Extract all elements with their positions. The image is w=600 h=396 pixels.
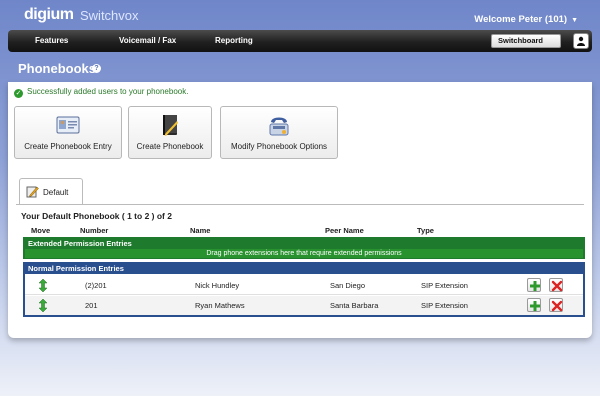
phone-options-icon [269, 117, 289, 136]
nav-reporting[interactable]: Reporting [215, 36, 253, 45]
plus-icon [530, 281, 540, 291]
chevron-down-icon: ▼ [571, 17, 578, 24]
modify-phonebook-options-label: Modify Phonebook Options [230, 142, 328, 151]
main-nav: Features Voicemail / Fax Reporting Switc… [8, 30, 592, 52]
entry-name: Nick Hundley [195, 281, 240, 290]
user-icon [577, 36, 585, 46]
add-entry-button[interactable] [527, 278, 541, 292]
close-icon [551, 280, 563, 292]
entry-number: (2)201 [85, 281, 107, 290]
table-row: (2)201 Nick Hundley San Diego SIP Extens… [25, 276, 583, 295]
create-phonebook-entry-button[interactable]: Create Phonebook Entry [14, 106, 122, 159]
help-icon[interactable]: ? [92, 64, 101, 73]
check-icon: ✓ [14, 89, 23, 98]
modify-phonebook-options-button[interactable]: Modify Phonebook Options [220, 106, 338, 159]
tab-default-label: Default [43, 188, 69, 197]
column-header-type: Type [417, 226, 434, 235]
column-header-peer-name: Peer Name [325, 226, 364, 235]
success-message: ✓ Successfully added users to your phoneb… [14, 87, 188, 98]
normal-permission-list: Normal Permission Entries (2)201 Nick Hu… [23, 262, 585, 317]
normal-permission-header: Normal Permission Entries [25, 264, 583, 274]
extended-permission-header: Extended Permission Entries [25, 239, 583, 249]
entry-peer-name: San Diego [330, 281, 366, 290]
create-phonebook-button[interactable]: Create Phonebook [128, 106, 212, 159]
nav-features[interactable]: Features [35, 36, 68, 45]
entry-type: SIP Extension [421, 281, 468, 290]
top-bar: digium Switchvox Welcome Peter (101) ▼ [0, 0, 600, 30]
digium-logo[interactable]: digium [24, 6, 74, 24]
move-handle-icon[interactable] [38, 279, 48, 292]
create-phonebook-label: Create Phonebook [136, 142, 204, 151]
nav-voicemail-fax[interactable]: Voicemail / Fax [119, 36, 176, 45]
add-entry-button[interactable] [527, 298, 541, 312]
column-header-move: Move [31, 226, 51, 235]
entry-peer-name: Santa Barbara [330, 301, 379, 310]
product-name: Switchvox [80, 8, 139, 23]
id-card-icon [56, 116, 80, 134]
move-handle-icon[interactable] [38, 299, 48, 312]
welcome-menu[interactable]: Welcome Peter (101) ▼ [474, 14, 578, 25]
welcome-text: Welcome Peter (101) [474, 14, 568, 25]
entry-type: SIP Extension [421, 301, 468, 310]
extended-permission-dropzone[interactable]: Extended Permission Entries Drag phone e… [23, 237, 585, 259]
column-header-number: Number [80, 226, 109, 235]
plus-icon [530, 301, 540, 311]
main-panel: ✓ Successfully added users to your phoneb… [8, 82, 592, 338]
edit-phonebook-icon [26, 186, 39, 198]
success-text: Successfully added users to your phonebo… [27, 87, 189, 96]
phonebook-title: Your Default Phonebook ( 1 to 2 ) of 2 [21, 211, 172, 221]
entry-name: Ryan Mathews [195, 301, 245, 310]
column-header-name: Name [190, 226, 211, 235]
close-icon [551, 300, 563, 312]
create-phonebook-entry-label: Create Phonebook Entry [24, 142, 112, 151]
page-header: Phonebooks ? [8, 54, 592, 82]
tab-default[interactable]: Default [19, 178, 83, 205]
extended-permission-message: Drag phone extensions here that require … [25, 249, 583, 258]
delete-entry-button[interactable] [549, 278, 563, 292]
book-icon [163, 115, 178, 136]
page-title: Phonebooks [18, 61, 97, 76]
table-row: 201 Ryan Mathews Santa Barbara SIP Exten… [25, 296, 583, 315]
entry-number: 201 [85, 301, 98, 310]
user-profile-button[interactable] [573, 33, 589, 49]
switchboard-button[interactable]: Switchboard [491, 34, 561, 48]
delete-entry-button[interactable] [549, 298, 563, 312]
